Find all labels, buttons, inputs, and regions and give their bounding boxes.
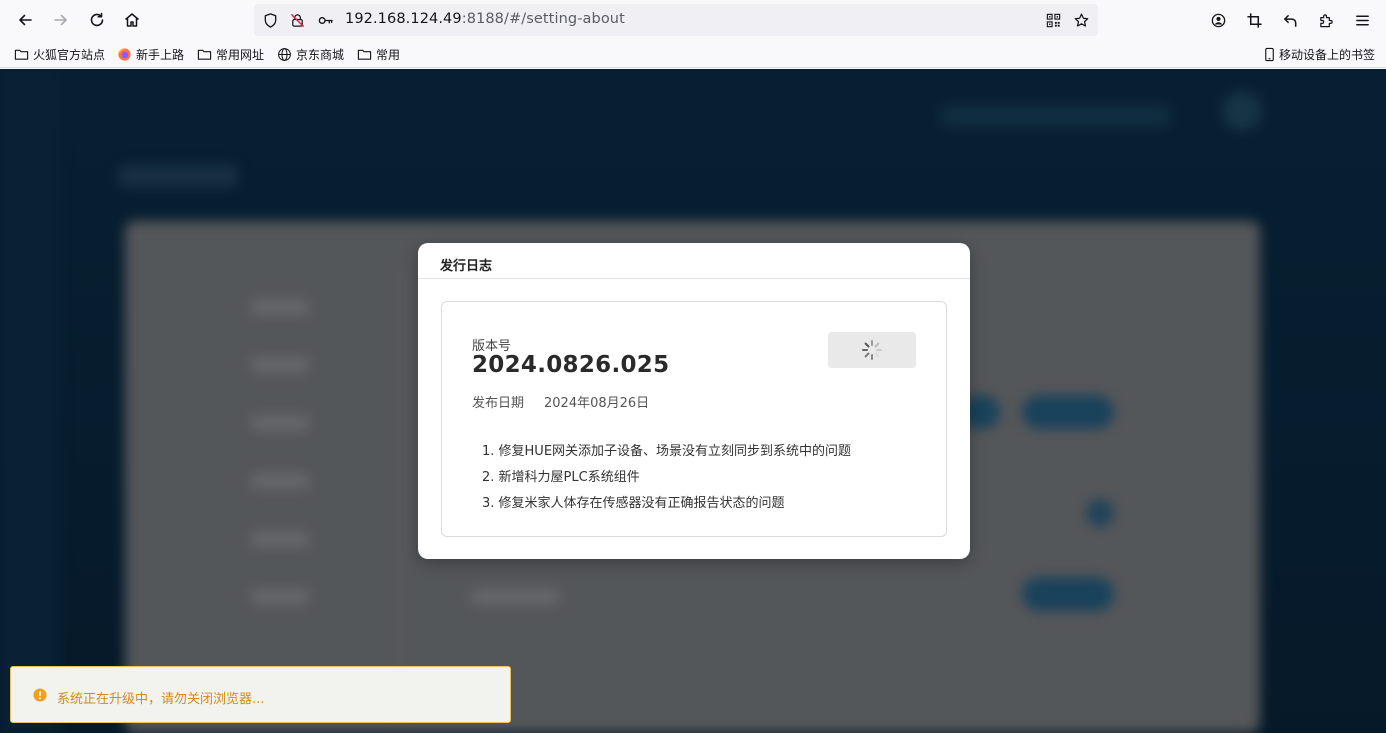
bookmark-label: 京东商城 [296, 48, 345, 62]
folder-icon [197, 49, 212, 60]
upgrade-button-loading[interactable] [828, 332, 916, 368]
bookmark-star-button[interactable] [1072, 11, 1090, 29]
bookmark-label: 移动设备上的书签 [1279, 48, 1376, 62]
release-card: 版本号 2024.0826.025 发布日期 2024年08月26日 1. 修复… [441, 301, 947, 537]
globe-icon [278, 48, 291, 61]
account-button[interactable] [1207, 9, 1229, 31]
undo-button[interactable] [1279, 9, 1301, 31]
home-button[interactable] [120, 8, 144, 32]
release-log-dialog: 发行日志 版本号 2024.0826.025 发布日期2024年08月26日 [418, 243, 970, 559]
bookmark-label: 火狐官方站点 [33, 48, 106, 62]
extensions-button[interactable] [1315, 9, 1337, 31]
bookmarks-bar: 火狐官方站点 新手上路 常用网址 京东商城 常用 移动设备上的书签 [0, 40, 1386, 68]
forward-button[interactable] [49, 8, 73, 32]
mobile-device-icon [1265, 47, 1274, 62]
version-number: 2024.0826.025 [472, 352, 670, 378]
permissions-button[interactable] [288, 11, 306, 29]
reload-button[interactable] [85, 8, 109, 32]
tracking-protection-button[interactable] [261, 11, 279, 29]
toast-message: 系统正在升级中，请勿关闭浏览器... [57, 692, 265, 707]
puzzle-icon [1319, 13, 1333, 27]
arrow-right-icon [54, 14, 67, 26]
bookmark-label: 新手上路 [136, 48, 185, 62]
bookmark-getting-started[interactable]: 新手上路 [117, 46, 184, 63]
warning-icon [33, 688, 47, 702]
key-icon [318, 16, 333, 24]
bookmark-label: 常用 [376, 48, 401, 62]
reload-icon [90, 12, 104, 27]
bookmark-mobile[interactable]: 移动设备上的书签 [1262, 46, 1375, 63]
hamburger-menu-icon [1355, 15, 1369, 25]
qr-code-icon [1046, 13, 1060, 27]
qr-code-button[interactable] [1044, 11, 1062, 29]
bookmark-common-sites[interactable]: 常用网址 [197, 46, 264, 63]
release-date-row: 发布日期 2024年08月26日 [472, 392, 649, 411]
folder-icon [357, 49, 372, 60]
saved-logins-button[interactable] [316, 11, 334, 29]
url-text[interactable]: 192.168.124.49:8188/#/setting-about [345, 11, 625, 27]
page-content: 发行日志 版本号 2024.0826.025 发布日期2024年08月26日 [0, 69, 1386, 733]
screenshot-button[interactable] [1243, 9, 1265, 31]
undo-icon [1283, 14, 1296, 27]
url-path: :8188/#/setting-about [461, 11, 625, 27]
release-note-item: 2. 新增科力屋PLC系统组件 [482, 470, 640, 485]
arrow-left-icon [19, 14, 32, 26]
release-date-label: 发布日期 [472, 396, 525, 411]
back-button[interactable] [13, 8, 37, 32]
app-menu-button[interactable] [1351, 9, 1373, 31]
release-date-value: 2024年08月26日 [544, 396, 650, 411]
crop-icon [1246, 12, 1262, 28]
folder-icon [14, 49, 29, 60]
release-notes-list: 1. 修复HUE网关添加子设备、场景没有立刻同步到系统中的问题 2. 新增科力屋… [482, 440, 851, 518]
shield-icon [264, 12, 276, 28]
blocked-permission-icon [290, 13, 304, 27]
bookmark-common[interactable]: 常用 [357, 46, 400, 63]
account-icon [1211, 13, 1225, 27]
upgrade-warning-toast: 系统正在升级中，请勿关闭浏览器... [10, 666, 511, 723]
dialog-title: 发行日志 [418, 243, 970, 279]
bookmark-firefox-official[interactable]: 火狐官方站点 [14, 46, 105, 63]
release-note-item: 3. 修复米家人体存在传感器没有正确报告状态的问题 [482, 496, 785, 511]
bookmark-label: 常用网址 [216, 48, 265, 62]
firefox-logo-icon [118, 48, 131, 61]
browser-toolbar: 192.168.124.49:8188/#/setting-about [0, 0, 1386, 40]
release-note-item: 1. 修复HUE网关添加子设备、场景没有立刻同步到系统中的问题 [482, 444, 852, 459]
loading-spinner-icon [862, 340, 882, 360]
home-icon [125, 13, 139, 27]
bookmark-jd-mall[interactable]: 京东商城 [277, 46, 344, 63]
url-host: 192.168.124.49 [345, 11, 462, 27]
url-bar[interactable]: 192.168.124.49:8188/#/setting-about [254, 4, 1098, 36]
star-icon [1074, 13, 1088, 27]
